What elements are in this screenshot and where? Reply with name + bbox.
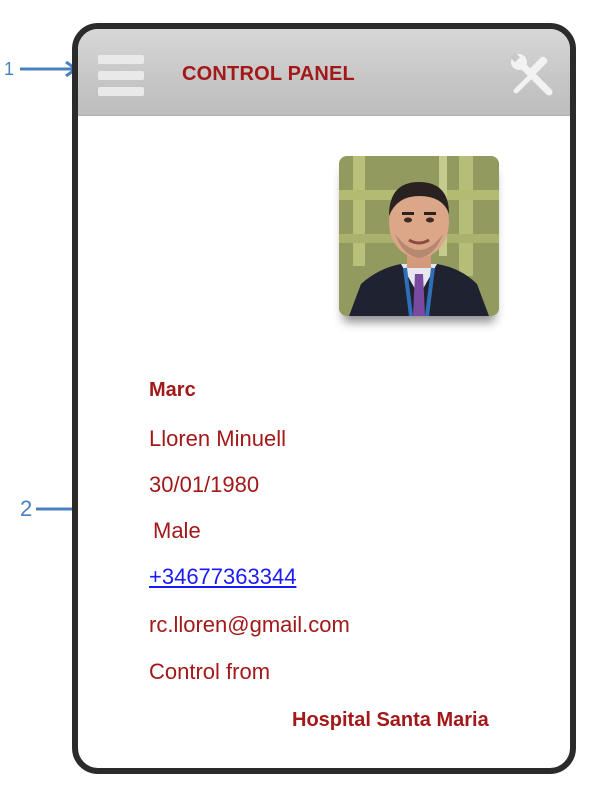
wrench-screwdriver-icon <box>510 52 553 96</box>
annotation-number-2: 2 <box>20 496 33 521</box>
phone-link[interactable]: +34677363344 <box>149 564 296 590</box>
page-title: CONTROL PANEL <box>182 63 355 85</box>
hospital-name: Hospital Santa Maria <box>292 709 489 731</box>
tools-button[interactable] <box>508 51 556 99</box>
avatar <box>339 156 499 316</box>
control-from-label: Control from <box>149 659 271 684</box>
phone-frame: CONTROL PANEL Marc Lloren Minuell 30/01/… <box>72 23 576 774</box>
birth-date: 30/01/1980 <box>149 472 260 497</box>
profile-photo <box>339 156 499 316</box>
annotation-number-1: 1 <box>4 59 15 79</box>
email: rc.lloren@gmail.com <box>149 612 350 637</box>
gender: Male <box>153 518 201 543</box>
menu-button[interactable] <box>98 51 146 99</box>
app-header: CONTROL PANEL <box>78 29 570 116</box>
surname: Lloren Minuell <box>149 426 286 451</box>
first-name: Marc <box>149 379 196 401</box>
